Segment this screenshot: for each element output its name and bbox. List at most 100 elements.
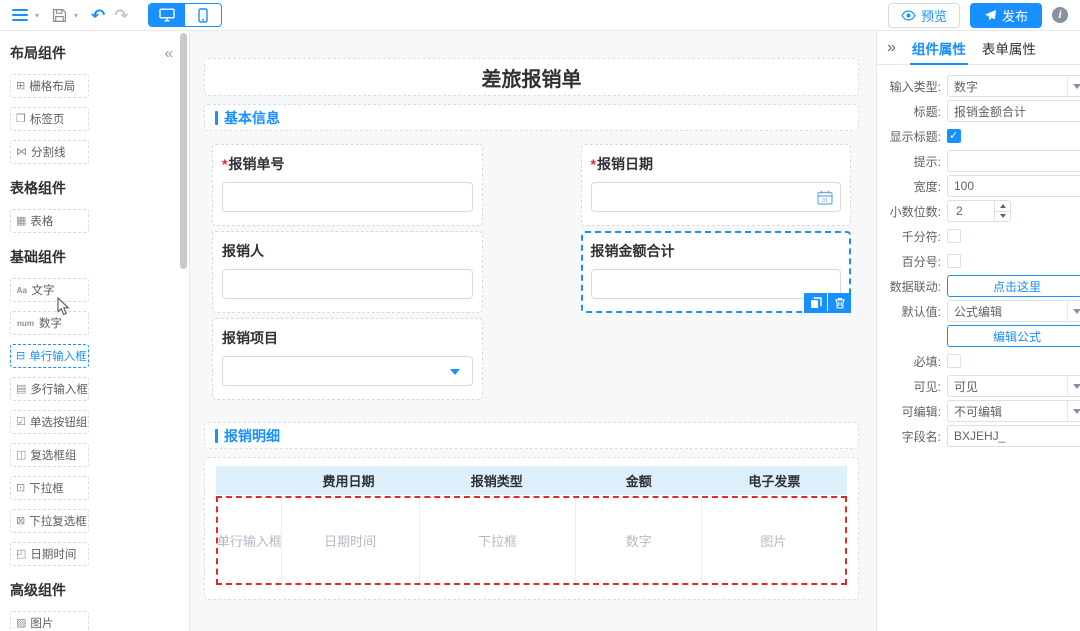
section-title: 基础组件 [10,247,66,267]
stepper-up-icon[interactable] [995,201,1010,212]
preview-button[interactable]: 预览 [888,3,960,28]
delete-component-button[interactable] [828,293,851,313]
save-caret-down-icon[interactable]: ▾ [74,11,78,20]
sidebar-section-basic: 基础组件 [10,247,173,267]
stepper-buttons [994,201,1010,221]
required-checkbox[interactable] [947,354,961,368]
field-bill-date[interactable]: *报销日期 31 [581,144,852,226]
visible-select[interactable]: 可见 [947,375,1080,397]
sidebar-item-tab-page[interactable]: ❐ 标签页 [10,107,89,131]
menu-icon[interactable] [12,9,28,21]
tab-component-properties[interactable]: 组件属性 [912,31,966,65]
stepper-down-icon[interactable] [995,212,1010,222]
form-title-block[interactable]: 差旅报销单 [204,58,859,96]
field-expense-item[interactable]: 报销项目 [212,318,483,400]
field-applicant-label: 报销人 [222,243,264,259]
section-accent-bar [215,429,218,443]
sidebar-item-multi-select[interactable]: ⊠ 下拉复选框 [10,509,89,533]
copy-icon [810,297,822,309]
field-applicant[interactable]: 报销人 [212,231,483,313]
sidebar-item-datetime[interactable]: ◰ 日期时间 [10,542,89,566]
sidebar-item-divider[interactable]: ⋈ 分割线 [10,140,89,164]
thousands-separator-checkbox[interactable] [947,229,961,243]
component-actions [804,293,851,313]
editable-select[interactable]: 不可编辑 [947,400,1080,422]
field-total-amount-label: 报销金额合计 [591,243,675,259]
desktop-icon [159,8,175,22]
textarea-icon: ▤ [16,384,26,395]
save-icon[interactable] [52,8,67,23]
cell-single-line-input[interactable]: 单行输入框 [218,498,281,583]
collapse-panel-icon[interactable]: » [887,39,896,57]
sidebar-item-grid-layout[interactable]: ⊞ 栅格布局 [10,74,89,98]
sidebar-item-select[interactable]: ⊡ 下拉框 [10,476,89,500]
sidebar-item-textarea[interactable]: ▤ 多行输入框 [10,377,89,401]
width-field[interactable] [947,175,1080,197]
preview-label: 预览 [921,6,947,25]
text-icon: Aa [17,286,27,294]
applicant-input[interactable] [222,269,473,299]
prop-label: 必填: [877,353,947,370]
input-type-select[interactable]: 数字 [947,75,1080,97]
info-icon[interactable]: i [1052,7,1068,23]
field-bill-no[interactable]: *报销单号 [212,144,483,226]
undo-icon[interactable]: ↶ [91,7,105,24]
field-name-field[interactable] [947,425,1080,447]
sidebar-item-number[interactable]: num 数字 [10,311,89,335]
mobile-view-button[interactable] [185,4,221,26]
sidebar-scrollbar[interactable] [180,33,187,269]
section-expense-detail[interactable]: 报销明细 [204,422,859,449]
publish-button[interactable]: 发布 [970,3,1042,28]
decimal-places-stepper[interactable]: 2 [947,200,1011,222]
redo-icon[interactable]: ↷ [114,7,128,24]
cell-select[interactable]: 下拉框 [419,498,576,583]
checkbox-group-icon: ◫ [16,450,26,461]
select-value: 数字 [954,78,978,95]
sidebar-item-table[interactable]: ▦ 表格 [10,209,89,233]
cell-image[interactable]: 图片 [701,498,845,583]
item-label: 数字 [39,315,62,331]
section-title: 布局组件 [10,43,66,63]
prop-row-thousands-separator: 千分符: [877,225,1080,247]
hint-field[interactable] [947,150,1080,172]
show-title-checkbox[interactable] [947,129,961,143]
sidebar-item-text[interactable]: Aa 文字 [10,278,89,302]
field-total-amount-selected[interactable]: 报销金额合计 [581,231,852,313]
mobile-icon [198,8,208,23]
prop-row-required: 必填: [877,350,1080,372]
prop-row-hint: 提示: [877,150,1080,172]
default-value-select[interactable]: 公式编辑 [947,300,1080,322]
multi-select-icon: ⊠ [16,516,25,527]
field-bill-date-label: 报销日期 [597,156,653,172]
title-field[interactable] [947,100,1080,122]
prop-row-input-type: 输入类型: 数字 [877,75,1080,97]
field-bill-no-label: 报销单号 [228,156,284,172]
data-linkage-button[interactable]: 点击这里 [947,275,1080,297]
edit-formula-button[interactable]: 编辑公式 [947,325,1080,347]
cell-datetime[interactable]: 日期时间 [281,498,419,583]
bill-no-input[interactable] [222,182,473,212]
detail-table-block[interactable]: 费用日期 报销类型 金额 电子发票 单行输入框 日期时间 下拉框 数字 图片 [204,457,859,600]
section-title: 高级组件 [10,580,66,600]
expense-item-select[interactable] [222,356,473,386]
calendar-icon: 31 [817,190,833,210]
sidebar-item-single-line-input[interactable]: ⊟ 单行输入框 [10,344,89,368]
bill-date-input[interactable]: 31 [591,182,842,212]
copy-component-button[interactable] [804,293,827,313]
item-label: 单选按钮组 [30,414,88,430]
desktop-view-button[interactable] [149,4,185,26]
sidebar-item-checkbox-group[interactable]: ◫ 复选框组 [10,443,89,467]
menu-caret-down-icon[interactable]: ▾ [35,11,39,20]
sidebar-item-radio-group[interactable]: ☑ 单选按钮组 [10,410,89,434]
section-basic-info[interactable]: 基本信息 [204,104,859,131]
single-line-input-icon: ⊟ [16,351,25,362]
collapse-sidebar-icon[interactable]: « [165,45,173,62]
chevron-down-icon [1067,401,1080,421]
sidebar-item-image[interactable]: ▨ 图片 [10,611,89,631]
cell-number[interactable]: 数字 [575,498,700,583]
trash-icon [834,297,846,309]
tab-form-properties[interactable]: 表单属性 [982,31,1036,65]
percent-sign-checkbox[interactable] [947,254,961,268]
table-placeholder-row[interactable]: 单行输入框 日期时间 下拉框 数字 图片 [216,496,847,585]
prop-label: 可见: [877,378,947,395]
